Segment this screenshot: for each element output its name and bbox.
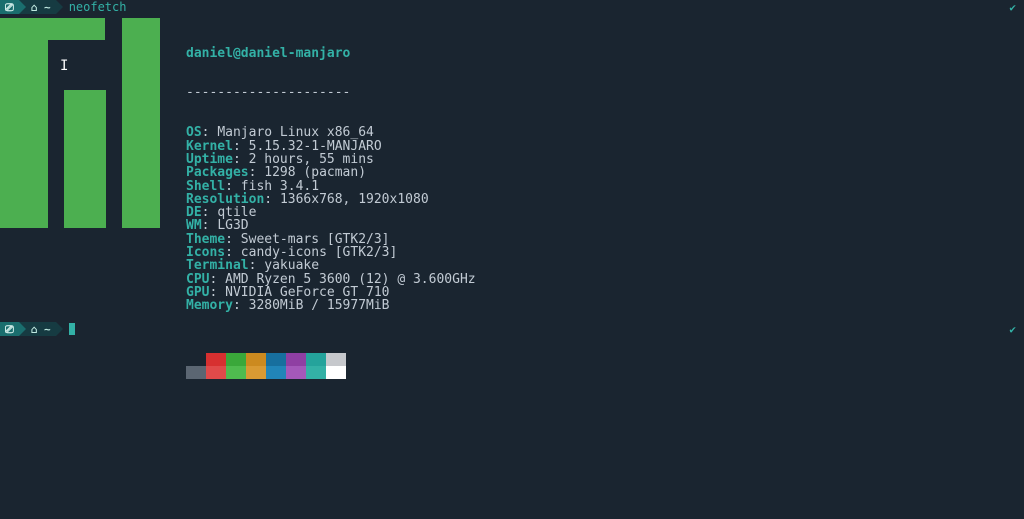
- prompt-separator-icon: [19, 0, 26, 14]
- info-row: Terminal: yakuake: [186, 259, 476, 272]
- prompt-line-1[interactable]: ⎚ ⌂ ~ neofetch ✔: [0, 0, 1024, 14]
- info-row: WM: LG3D: [186, 219, 476, 232]
- status-ok-icon: ✔: [1009, 1, 1016, 14]
- color-swatch: [206, 366, 226, 379]
- user-host-title: daniel@daniel-manjaro: [186, 46, 350, 61]
- color-column: [326, 353, 346, 379]
- color-swatch: [286, 353, 306, 366]
- home-icon: ⌂: [31, 323, 38, 336]
- prompt-cwd: ⌂ ~: [26, 0, 56, 14]
- color-swatch: [206, 353, 226, 366]
- color-column: [306, 353, 326, 379]
- info-row: DE: qtile: [186, 206, 476, 219]
- info-row: Packages: 1298 (pacman): [186, 166, 476, 179]
- prompt-command: neofetch: [63, 1, 127, 14]
- color-column: [246, 353, 266, 379]
- color-swatch: [266, 353, 286, 366]
- info-row: Memory: 3280MiB / 15977MiB: [186, 299, 476, 312]
- color-swatch: [326, 353, 346, 366]
- info-row: Uptime: 2 hours, 55 mins: [186, 153, 476, 166]
- color-swatch: [186, 353, 206, 366]
- title-separator: ---------------------: [186, 85, 350, 100]
- color-swatch: [326, 366, 346, 379]
- color-swatches: [186, 353, 476, 379]
- color-swatch: [306, 353, 326, 366]
- color-column: [266, 353, 286, 379]
- color-swatch: [266, 366, 286, 379]
- color-column: [286, 353, 306, 379]
- info-value: 3280MiB / 15977MiB: [249, 298, 390, 313]
- text-cursor-icon: I: [60, 60, 68, 73]
- color-swatch: [246, 353, 266, 366]
- prompt-distro-icon: ⎚: [0, 0, 19, 14]
- info-row: CPU: AMD Ryzen 5 3600 (12) @ 3.600GHz: [186, 273, 476, 286]
- status-ok-icon: ✔: [1009, 323, 1016, 336]
- color-column: [206, 353, 226, 379]
- prompt-arrow-icon: [56, 0, 63, 14]
- input-cursor[interactable]: [69, 323, 75, 335]
- prompt-cwd: ⌂ ~: [26, 322, 56, 336]
- neofetch-output: I daniel@daniel-manjaro ----------------…: [0, 14, 1024, 406]
- color-swatch: [226, 366, 246, 379]
- info-row: Shell: fish 3.4.1: [186, 180, 476, 193]
- distro-logo: I: [0, 18, 160, 228]
- color-swatch: [186, 366, 206, 379]
- color-swatch: [286, 366, 306, 379]
- color-swatch: [306, 366, 326, 379]
- info-row: OS: Manjaro Linux x86_64: [186, 126, 476, 139]
- info-row: Theme: Sweet-mars [GTK2/3]: [186, 233, 476, 246]
- prompt-arrow-icon: [56, 322, 63, 336]
- color-column: [226, 353, 246, 379]
- system-info: daniel@daniel-manjaro ------------------…: [160, 14, 476, 406]
- home-icon: ⌂: [31, 1, 38, 14]
- prompt-separator-icon: [19, 322, 26, 336]
- prompt-distro-icon: ⎚: [0, 322, 19, 336]
- info-label: Memory: [186, 298, 233, 313]
- info-row: GPU: NVIDIA GeForce GT 710: [186, 286, 476, 299]
- color-swatch: [226, 353, 246, 366]
- prompt-line-2[interactable]: ⎚ ⌂ ~ ✔: [0, 322, 1024, 336]
- info-value: 1366x768, 1920x1080: [280, 192, 429, 207]
- info-row: Icons: candy-icons [GTK2/3]: [186, 246, 476, 259]
- color-swatch: [246, 366, 266, 379]
- info-row: Kernel: 5.15.32-1-MANJARO: [186, 140, 476, 153]
- color-column: [186, 353, 206, 379]
- info-row: Resolution: 1366x768, 1920x1080: [186, 193, 476, 206]
